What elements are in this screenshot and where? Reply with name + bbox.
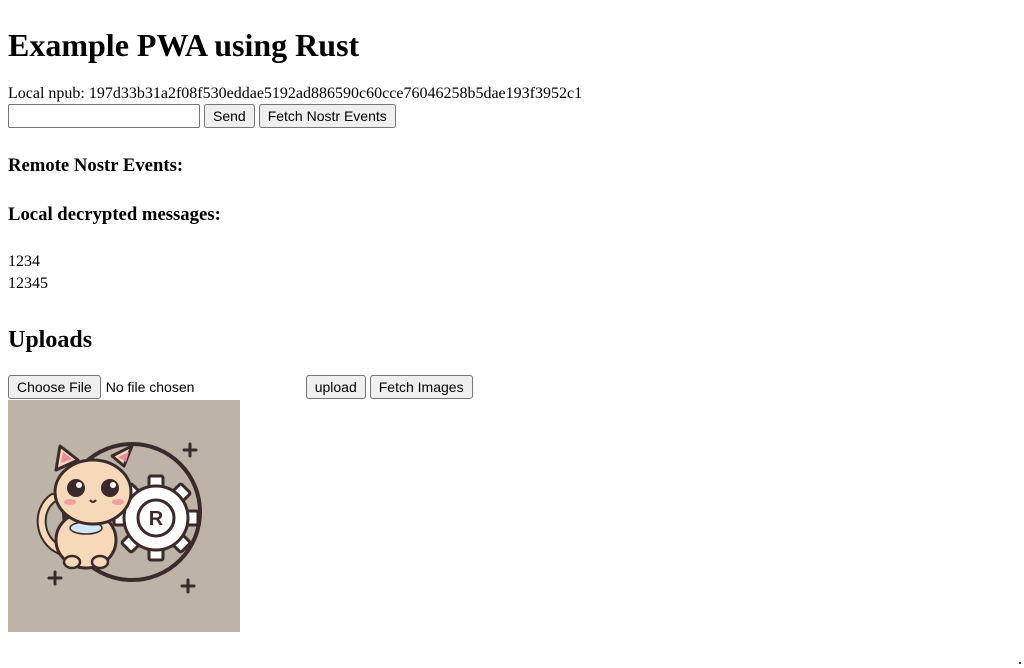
upload-button[interactable]: upload (305, 375, 366, 399)
page-title: Example PWA using Rust (8, 27, 360, 63)
uploaded-image: R (8, 400, 240, 632)
list-item: 1234 (8, 253, 40, 270)
cat-gear-sticker-icon: R (36, 442, 202, 594)
message-form: Send Fetch Nostr Events (8, 104, 1016, 128)
local-messages-heading: Local decrypted messages: (8, 204, 221, 225)
uploads-heading: Uploads (8, 327, 93, 353)
edge-dot (1019, 662, 1021, 664)
local-npub-text: Local npub: 197d33b31a2f08f530eddae5192a… (8, 85, 583, 102)
choose-file-button[interactable]: Choose File (8, 375, 101, 399)
send-button[interactable]: Send (204, 104, 255, 128)
upload-form: Choose File No file chosen upload Fetch … (8, 375, 1016, 399)
fetch-images-button[interactable]: Fetch Images (369, 375, 473, 399)
file-status-text: No file chosen (105, 379, 195, 395)
remote-events-heading: Remote Nostr Events: (8, 155, 184, 176)
list-item: 12345 (8, 275, 48, 292)
fetch-nostr-events-button[interactable]: Fetch Nostr Events (258, 104, 396, 128)
local-messages-list: 1234 12345 (8, 253, 1016, 297)
page: Example PWA using Rust Local npub: 197d3… (0, 0, 1024, 632)
svg-text:R: R (149, 508, 164, 530)
message-input[interactable] (8, 104, 200, 128)
